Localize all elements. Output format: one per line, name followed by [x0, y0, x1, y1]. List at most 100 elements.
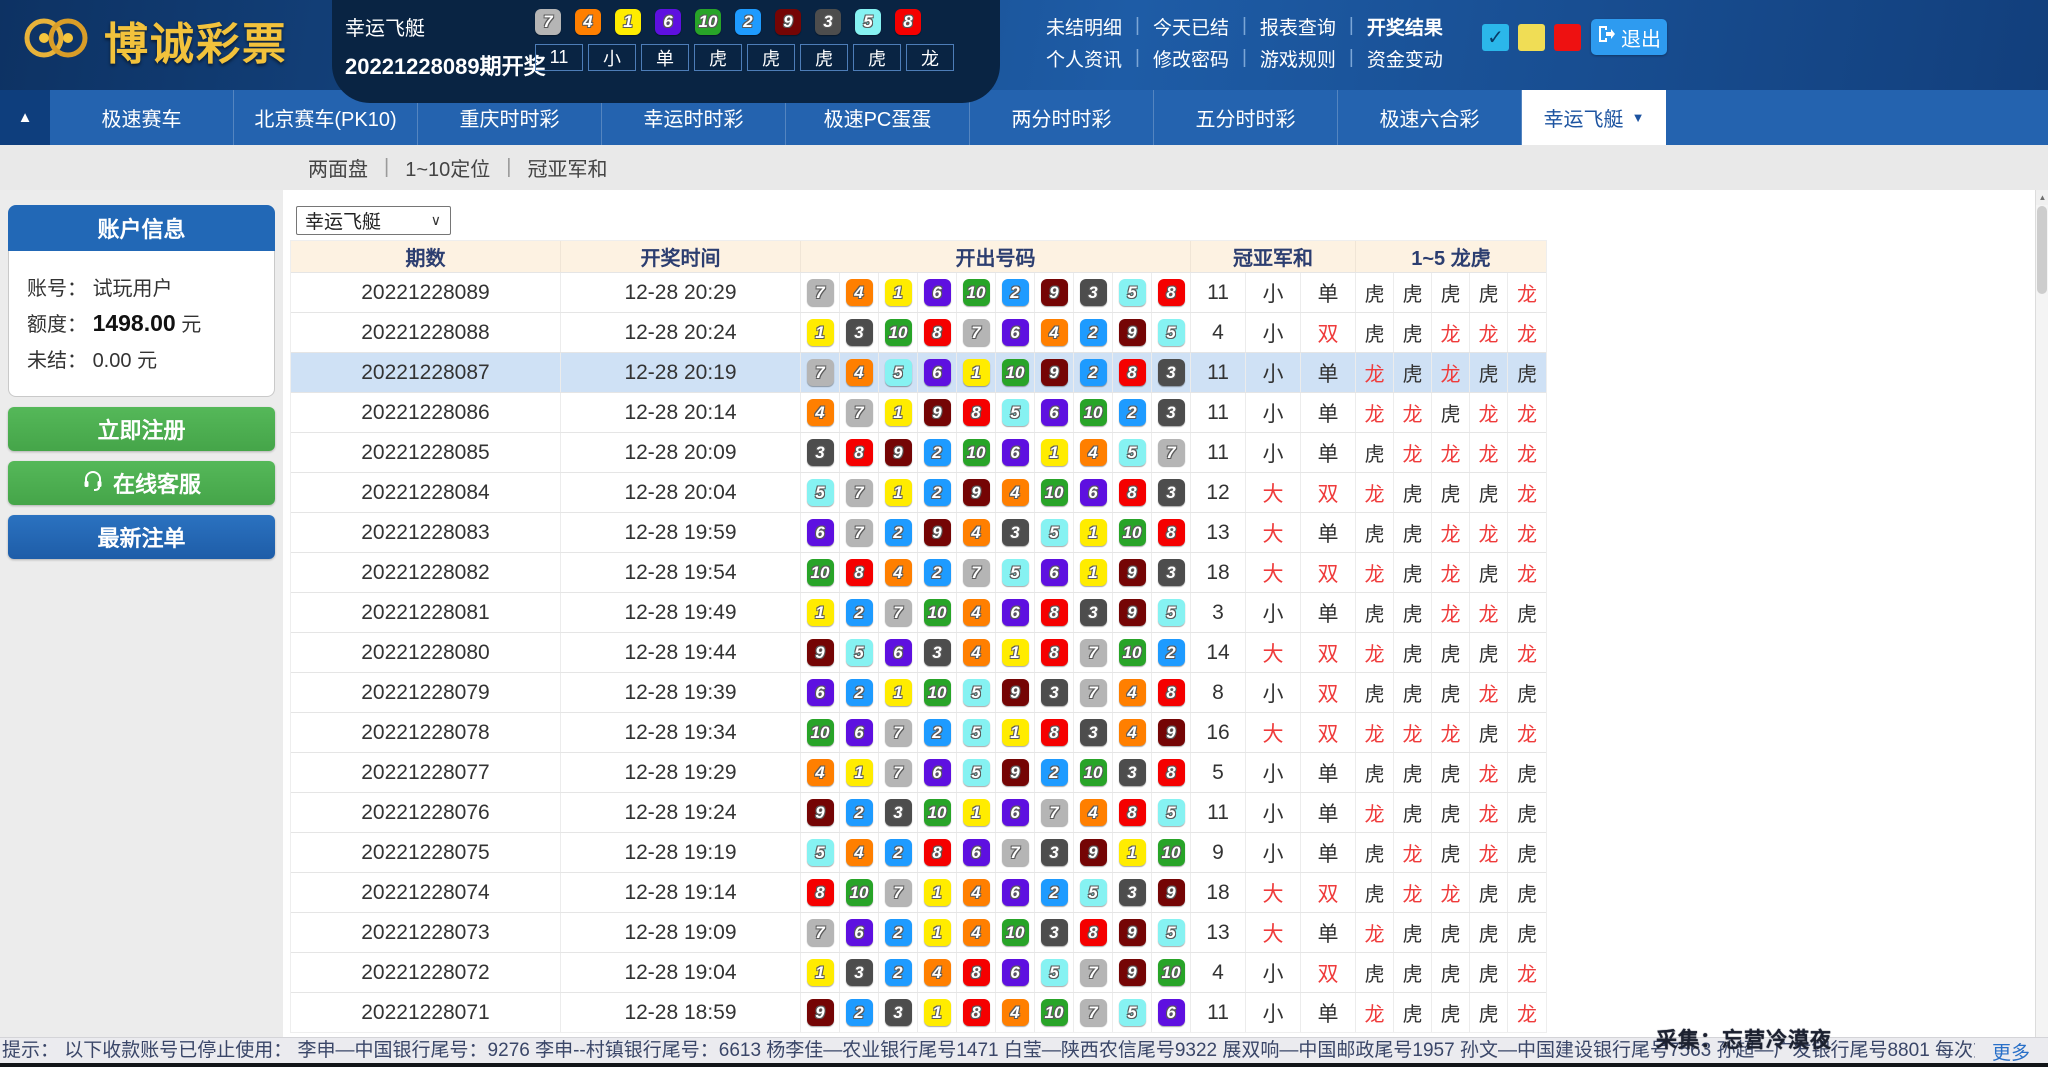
- dragon-tiger-cell: 龙: [1356, 553, 1394, 592]
- ball-cell: 6: [996, 593, 1035, 632]
- game-select-dropdown[interactable]: 幸运飞艇 ∨: [296, 206, 451, 235]
- table-row[interactable]: 2022122807812-28 19:341067251834916大双龙龙龙…: [291, 712, 1546, 752]
- menu-item[interactable]: 今天已结: [1153, 13, 1229, 40]
- ball-cell: 2: [1074, 353, 1113, 392]
- theme-swatch[interactable]: [1554, 24, 1581, 51]
- more-link[interactable]: 更多: [1992, 1038, 2030, 1065]
- menu-separator: |: [1242, 47, 1247, 69]
- period-cell: 20221228086: [291, 393, 561, 432]
- table-row[interactable]: 2022122808712-28 20:197456110928311小单龙虎龙…: [291, 352, 1546, 392]
- logout-label: 退出: [1621, 23, 1661, 52]
- dragon-tiger-cell: 虎: [1394, 633, 1432, 672]
- sum-cell: 11: [1191, 393, 1246, 432]
- game-tab[interactable]: 五分时时彩: [1154, 90, 1338, 145]
- account-panel-title: 账户信息: [8, 205, 275, 251]
- ball-cell: 4: [957, 873, 996, 912]
- ball-cell: 10: [918, 593, 957, 632]
- subnav-item[interactable]: 1~10定位: [405, 153, 490, 182]
- scrollbar-thumb[interactable]: [2037, 206, 2047, 294]
- table-row[interactable]: 2022122808412-28 20:045712941068312大双龙虎虎…: [291, 472, 1546, 512]
- register-button[interactable]: 立即注册: [8, 407, 275, 451]
- dragon-tiger-cell: 龙: [1432, 313, 1470, 352]
- scroll-up-arrow-icon[interactable]: ▲: [2036, 190, 2048, 205]
- game-tab[interactable]: 极速六合彩: [1338, 90, 1522, 145]
- menu-item[interactable]: 修改密码: [1153, 45, 1229, 72]
- nav-collapse-button[interactable]: ▲: [0, 90, 50, 145]
- number-ball-8: 8: [1119, 359, 1146, 386]
- number-ball-3: 3: [1158, 559, 1185, 586]
- results-table-header: 期数 开奖时间 开出号码 冠亚军和 1~5 龙虎: [291, 241, 1546, 272]
- dragon-tiger-cell: 虎: [1432, 993, 1470, 1032]
- table-row[interactable]: 2022122807412-28 19:148107146253918大双虎龙龙…: [291, 872, 1546, 912]
- number-ball-8: 8: [1158, 759, 1185, 786]
- bet-mode-subnav: 两面盘|1~10定位|冠亚军和: [0, 145, 2048, 190]
- dragon-tiger-cell: 虎: [1470, 713, 1508, 752]
- number-ball-7: 7: [963, 559, 990, 586]
- big-small-cell: 小: [1246, 793, 1301, 832]
- ball-cell: 10: [957, 433, 996, 472]
- ball-cell: 8: [1152, 673, 1191, 712]
- table-row[interactable]: 2022122808012-28 19:449563418710214大双龙虎虎…: [291, 632, 1546, 672]
- table-row[interactable]: 2022122807112-28 18:599231841075611小单龙虎虎…: [291, 992, 1546, 1032]
- watermark-text: 采集：忘营冷漠夜: [1656, 1024, 1832, 1054]
- dragon-tiger-cell: 龙: [1508, 953, 1546, 992]
- table-row[interactable]: 2022122808612-28 20:144719856102311小单龙龙虎…: [291, 392, 1546, 432]
- table-row[interactable]: 2022122808812-28 20:24131087642954小双虎虎龙龙…: [291, 312, 1546, 352]
- dragon-tiger-cell: 龙: [1432, 593, 1470, 632]
- ball-cell: 3: [1152, 393, 1191, 432]
- menu-item[interactable]: 资金变动: [1367, 45, 1443, 72]
- odd-even-cell: 单: [1301, 273, 1356, 312]
- menu-item[interactable]: 未结明细: [1046, 13, 1122, 40]
- odd-even-cell: 单: [1301, 433, 1356, 472]
- theme-swatch[interactable]: [1518, 24, 1545, 51]
- menu-item[interactable]: 报表查询: [1260, 13, 1336, 40]
- game-tab[interactable]: 两分时时彩: [970, 90, 1154, 145]
- number-ball-1: 1: [807, 959, 834, 986]
- game-tab[interactable]: 极速赛车: [50, 90, 234, 145]
- ball-cell: 1: [879, 393, 918, 432]
- table-row[interactable]: 2022122807912-28 19:39621105937488小双虎虎虎龙…: [291, 672, 1546, 712]
- menu-item[interactable]: 开奖结果: [1367, 13, 1443, 40]
- menu-item[interactable]: 游戏规则: [1260, 45, 1336, 72]
- number-ball-9: 9: [807, 639, 834, 666]
- menu-item[interactable]: 个人资讯: [1046, 45, 1122, 72]
- sum-cell: 4: [1191, 953, 1246, 992]
- number-ball-3: 3: [1002, 519, 1029, 546]
- current-result-box: 虎: [800, 44, 848, 71]
- logout-button[interactable]: 退出: [1591, 19, 1667, 55]
- table-row[interactable]: 2022122807712-28 19:29417659210385小单虎虎虎龙…: [291, 752, 1546, 792]
- number-ball-10: 10: [1080, 759, 1107, 786]
- table-row[interactable]: 2022122807512-28 19:19542867391109小单虎龙虎龙…: [291, 832, 1546, 872]
- number-ball-9: 9: [924, 399, 951, 426]
- period-cell: 20221228074: [291, 873, 561, 912]
- number-ball-4: 4: [924, 959, 951, 986]
- number-ball-8: 8: [924, 839, 951, 866]
- customer-service-button[interactable]: 在线客服: [8, 461, 275, 505]
- table-row[interactable]: 2022122807312-28 19:097621410389513大单龙虎虎…: [291, 912, 1546, 952]
- table-row[interactable]: 2022122808912-28 20:297416102935811小单虎虎虎…: [291, 272, 1546, 312]
- ball-cell: 5: [1113, 433, 1152, 472]
- table-row[interactable]: 2022122808512-28 20:093892106145711小单虎龙龙…: [291, 432, 1546, 472]
- dragon-tiger-cell: 虎: [1432, 633, 1470, 672]
- number-ball-4: 4: [1119, 719, 1146, 746]
- game-tab[interactable]: 幸运飞艇▼: [1522, 90, 1666, 145]
- theme-swatch[interactable]: ✓: [1482, 24, 1509, 51]
- subnav-item[interactable]: 两面盘: [308, 153, 368, 182]
- table-row[interactable]: 2022122808212-28 19:541084275619318大双龙虎龙…: [291, 552, 1546, 592]
- table-row[interactable]: 2022122808312-28 19:596729435110813大单虎虎龙…: [291, 512, 1546, 552]
- latest-orders-button[interactable]: 最新注单: [8, 515, 275, 559]
- headset-icon: [82, 469, 104, 497]
- vertical-scrollbar[interactable]: ▲ ▼: [2035, 190, 2048, 1062]
- period-cell: 20221228085: [291, 433, 561, 472]
- draw-time-cell: 12-28 19:29: [561, 753, 801, 792]
- ball-cell: 5: [801, 473, 840, 512]
- sum-cell: 11: [1191, 993, 1246, 1032]
- table-row[interactable]: 2022122807212-28 19:04132486579104小双虎虎虎虎…: [291, 952, 1546, 992]
- period-cell: 20221228080: [291, 633, 561, 672]
- subnav-item[interactable]: 冠亚军和: [527, 153, 607, 182]
- table-row[interactable]: 2022122807612-28 19:249231016748511小单龙虎虎…: [291, 792, 1546, 832]
- ball-cell: 5: [879, 353, 918, 392]
- dragon-tiger-cell: 龙: [1356, 393, 1394, 432]
- table-row[interactable]: 2022122808112-28 19:49127104683953小单虎虎龙龙…: [291, 592, 1546, 632]
- number-ball-7: 7: [885, 599, 912, 626]
